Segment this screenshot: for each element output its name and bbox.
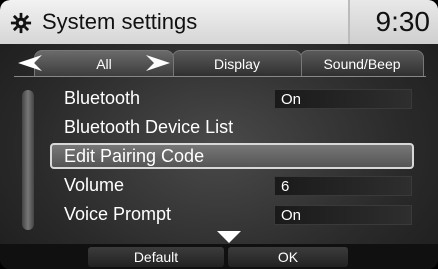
- list-item-label: Bluetooth: [64, 88, 141, 108]
- ok-button[interactable]: OK: [228, 247, 348, 267]
- list-item-value: On: [281, 91, 302, 108]
- page-title: System settings: [42, 9, 198, 34]
- clock-panel: 9:30: [348, 0, 438, 44]
- value-field: On: [274, 205, 412, 225]
- list-item-label: Volume: [64, 175, 125, 195]
- list-item-value: On: [281, 207, 302, 224]
- list-item-label: Bluetooth Device List: [64, 117, 234, 137]
- value-field: 6: [274, 176, 412, 196]
- default-button[interactable]: Default: [88, 247, 224, 267]
- tab-display[interactable]: Display: [172, 50, 302, 76]
- clock-display: 9:30: [375, 6, 431, 37]
- list-item-edit-pairing-code[interactable]: Edit Pairing Code: [50, 142, 420, 171]
- list-item-label: Voice Prompt: [64, 204, 172, 224]
- tab-label: All: [96, 56, 112, 72]
- tab-bar: Sound/Beep Display All: [14, 50, 426, 76]
- gear-icon: [10, 12, 32, 34]
- arrow-right-icon[interactable]: [144, 53, 172, 73]
- system-settings-screen: System settings 9:30 Sound/Beep Display …: [0, 0, 438, 269]
- scroll-down-icon[interactable]: [216, 230, 242, 244]
- list-item-bluetooth-device-list[interactable]: Bluetooth Device List: [50, 113, 420, 142]
- tab-label: Display: [214, 56, 260, 72]
- scrollbar[interactable]: [22, 90, 34, 230]
- tab-label: Sound/Beep: [323, 56, 401, 72]
- settings-list: Bluetooth On Bluetooth Device List Edit …: [50, 84, 420, 229]
- list-item-label: Edit Pairing Code: [64, 146, 205, 166]
- tab-sound-beep[interactable]: Sound/Beep: [300, 50, 424, 76]
- value-field: On: [274, 89, 412, 109]
- list-item-value: 6: [281, 178, 290, 195]
- arrow-left-icon[interactable]: [16, 53, 44, 73]
- footer-bar: Default OK: [0, 244, 438, 269]
- list-item-voice-prompt[interactable]: Voice Prompt On: [50, 200, 420, 229]
- title-bar: System settings 9:30: [0, 0, 438, 44]
- list-item-volume[interactable]: Volume 6: [50, 171, 420, 200]
- list-item-bluetooth[interactable]: Bluetooth On: [50, 84, 420, 113]
- scrollbar-thumb[interactable]: [22, 90, 34, 230]
